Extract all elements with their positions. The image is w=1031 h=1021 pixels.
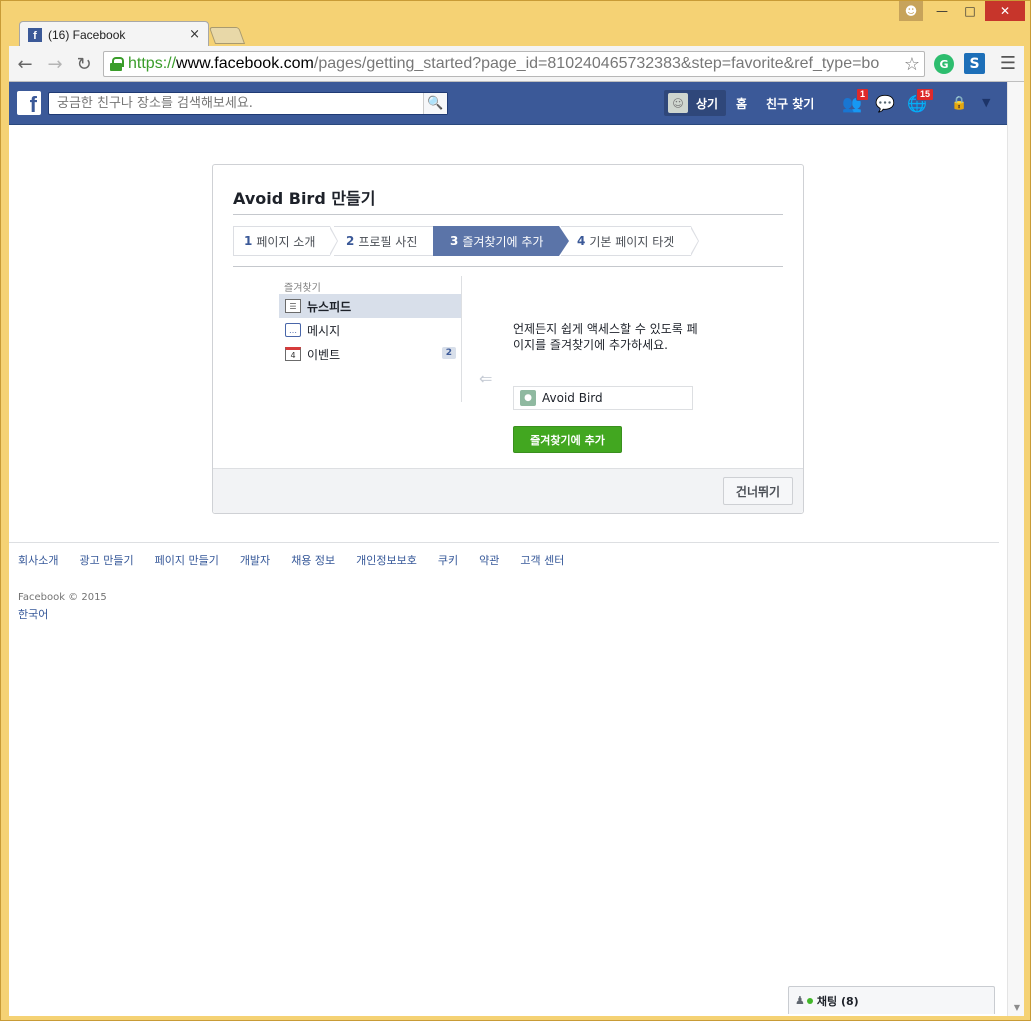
step-number: 4 — [577, 234, 586, 248]
page-preview-chip: ● Avoid Bird — [513, 386, 693, 410]
favorites-preview: 즐겨찾기 ☰ 뉴스피드 … 메시지 4 이벤트 2 — [279, 276, 462, 402]
divider — [233, 214, 783, 215]
url-host: www.facebook.com — [176, 55, 314, 72]
profile-name: 상기 — [696, 96, 719, 111]
user-profile-icon[interactable]: ☻ — [899, 1, 923, 21]
browser-tab[interactable]: f (16) Facebook × — [19, 21, 209, 47]
page-setup-wizard: Avoid Bird 만들기 1 페이지 소개 2 프로필 사진 3 즐겨찾기에 추가… — [212, 164, 804, 514]
wizard-footer: 건너뛰기 — [213, 468, 803, 513]
facebook-logo[interactable]: f — [17, 91, 41, 115]
footer-link-cookies[interactable]: 쿠키 — [438, 552, 458, 568]
favorites-item-messages: … 메시지 — [279, 318, 461, 342]
news-feed-icon: ☰ — [285, 299, 301, 313]
footer-link-help[interactable]: 고객 센터 — [520, 552, 564, 568]
messages-icon[interactable]: 💬 — [874, 94, 896, 113]
browser-toolbar: ← → ↻ https://www.facebook.com/pages/get… — [9, 46, 1024, 82]
friend-requests-badge: 1 — [855, 88, 869, 101]
step-add-to-favorites[interactable]: 3 즐겨찾기에 추가 — [433, 226, 559, 256]
page-name: Avoid Bird — [542, 391, 603, 405]
notifications-badge: 15 — [915, 88, 934, 101]
step-number: 3 — [450, 234, 459, 248]
account-menu-caret-icon[interactable]: ▼ — [982, 96, 990, 109]
footer-link-developers[interactable]: 개발자 — [240, 552, 270, 568]
favorites-item-events: 4 이벤트 2 — [279, 342, 461, 366]
footer-link-careers[interactable]: 채용 정보 — [291, 552, 335, 568]
add-to-favorites-button[interactable]: 즐겨찾기에 추가 — [513, 426, 622, 453]
events-icon: 4 — [285, 347, 301, 361]
favorites-item-label: 메시지 — [307, 323, 341, 338]
favorites-item-label: 뉴스피드 — [307, 299, 352, 314]
extension-s-icon[interactable]: S — [964, 53, 985, 74]
footer-links: 회사소개 광고 만들기 페이지 만들기 개발자 채용 정보 개인정보보호 쿠키 … — [18, 552, 585, 568]
footer-divider — [9, 542, 999, 543]
home-link[interactable]: 홈 — [736, 95, 747, 112]
close-window-button[interactable]: ✕ — [985, 1, 1025, 21]
skip-button[interactable]: 건너뛰기 — [723, 477, 793, 505]
minimize-button[interactable]: — — [929, 1, 955, 21]
step-label: 페이지 소개 — [256, 234, 316, 249]
title-bar: f (16) Facebook × ☻ — □ ✕ — [1, 1, 1031, 47]
favorites-item-news-feed: ☰ 뉴스피드 — [279, 294, 461, 318]
copyright: Facebook © 2015 — [18, 592, 107, 603]
footer-link-privacy[interactable]: 개인정보보호 — [356, 552, 417, 568]
chat-sidebar-tab[interactable]: ♟ 채팅 (8) — [788, 986, 995, 1014]
step-preferred-audience[interactable]: 4 기본 페이지 타겟 — [561, 226, 691, 256]
facebook-favicon-icon: f — [28, 27, 42, 42]
favorites-description: 언제든지 쉽게 액세스할 수 있도록 페이지를 즐겨찾기에 추가하세요. — [513, 322, 698, 352]
messages-icon: … — [285, 323, 301, 337]
maximize-button[interactable]: □ — [957, 1, 983, 21]
divider — [233, 266, 783, 267]
url-scheme: https:// — [128, 55, 177, 72]
profile-link[interactable]: ☺ 상기 — [664, 90, 727, 116]
friend-requests-icon[interactable]: 👥 1 — [841, 88, 869, 113]
notifications-globe-icon[interactable]: 🌐 15 — [906, 88, 934, 113]
search-input[interactable] — [57, 96, 423, 111]
footer-link-create-page[interactable]: 페이지 만들기 — [155, 552, 219, 568]
step-label: 즐겨찾기에 추가 — [462, 234, 544, 249]
step-chevron-inner — [690, 227, 698, 255]
scroll-down-arrow-icon[interactable]: ▼ — [1014, 1003, 1020, 1012]
tab-title: (16) Facebook — [48, 27, 126, 42]
search-icon[interactable]: 🔍 — [423, 93, 447, 114]
extension-grammarly-icon[interactable]: G — [934, 54, 954, 74]
new-tab-button[interactable] — [208, 27, 246, 44]
person-icon: ♟ — [795, 994, 805, 1007]
page-avatar-icon: ● — [520, 390, 536, 406]
tab-close-icon[interactable]: × — [189, 27, 200, 42]
page-scrollbar[interactable]: ▼ — [1007, 82, 1024, 1016]
step-label: 프로필 사진 — [358, 234, 418, 249]
language-link[interactable]: 한국어 — [18, 606, 48, 622]
step-label: 기본 페이지 타겟 — [589, 234, 675, 249]
online-status-icon — [806, 997, 813, 1004]
chrome-menu-icon[interactable]: ☰ — [999, 53, 1017, 74]
avatar: ☺ — [668, 93, 688, 113]
footer-link-create-ad[interactable]: 광고 만들기 — [79, 552, 133, 568]
reload-icon[interactable]: ↻ — [72, 52, 96, 76]
facebook-top-bar: f 🔍 ☺ 상기 홈 친구 찾기 👥1 💬 🌐15 🔒 ▼ — [9, 82, 1007, 125]
back-arrow-icon[interactable]: ← — [13, 52, 37, 76]
search-box: 🔍 — [48, 92, 448, 115]
lock-icon — [110, 57, 124, 71]
page-viewport: f 🔍 ☺ 상기 홈 친구 찾기 👥1 💬 🌐15 🔒 ▼ Avoid Bird… — [9, 82, 1024, 1016]
footer-link-terms[interactable]: 약관 — [479, 552, 499, 568]
step-number: 2 — [346, 234, 355, 248]
arrow-left-icon: ⇐ — [479, 369, 493, 388]
wizard-title: Avoid Bird 만들기 — [233, 189, 376, 208]
url-path: /pages/getting_started?page_id=810240465… — [313, 55, 880, 72]
forward-arrow-icon[interactable]: → — [43, 52, 67, 76]
bookmark-star-icon[interactable]: ☆ — [903, 54, 920, 75]
favorites-heading: 즐겨찾기 — [284, 283, 321, 294]
address-bar[interactable]: https://www.facebook.com/pages/getting_s… — [103, 51, 925, 77]
footer-link-about[interactable]: 회사소개 — [18, 552, 58, 568]
privacy-shortcuts-icon[interactable]: 🔒 — [951, 96, 969, 111]
chat-label: 채팅 (8) — [816, 994, 859, 1008]
events-count-badge: 2 — [441, 347, 456, 359]
step-number: 1 — [244, 234, 253, 248]
wizard-steps: 1 페이지 소개 2 프로필 사진 3 즐겨찾기에 추가 4 기본 페이지 타겟 — [233, 226, 783, 256]
step-about[interactable]: 1 페이지 소개 — [233, 226, 330, 256]
browser-window: f (16) Facebook × ☻ — □ ✕ ← → ↻ https://… — [0, 0, 1031, 1021]
favorites-item-label: 이벤트 — [307, 347, 341, 362]
find-friends-link[interactable]: 친구 찾기 — [766, 95, 814, 112]
step-profile-picture[interactable]: 2 프로필 사진 — [334, 226, 434, 256]
